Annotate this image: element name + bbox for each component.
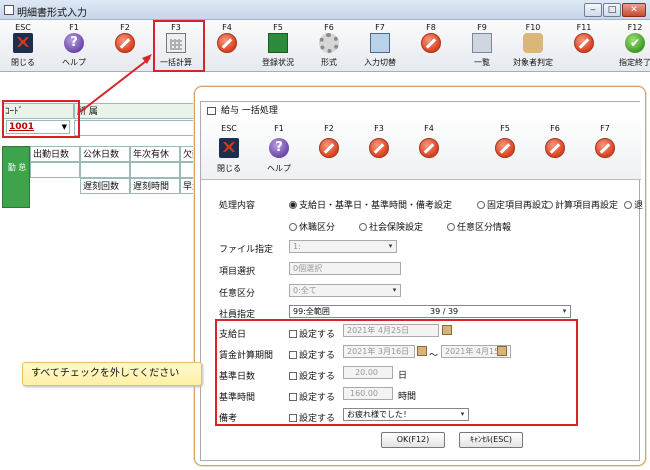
radio-icon [477,201,485,209]
highlight-settings-box [215,319,578,426]
radio-optional[interactable]: 任意区分情報 [447,220,511,233]
file-select[interactable]: 1: ▾ [289,240,397,253]
toolbar-button-f4[interactable]: F4 [407,124,451,176]
radio-fixed[interactable]: 固定項目再設定 [477,198,550,211]
dialog-toolbar: ESC 閉じる F1? ヘルプ F2 F3 F4 F5 F6 F7 [201,120,641,180]
radio-retire[interactable]: 退 [624,198,643,211]
batch-dialog: 給与 一括処理 ESC 閉じる F1? ヘルプ F2 F3 F4 F5 F6 F7 処理内容 支給… [200,101,643,461]
toolbar-button-f3[interactable]: F3 [357,124,401,176]
toolbar-button-f7[interactable]: F7 [583,124,627,176]
radio-basic[interactable]: 支給日・基準日・基準時間・備考設定 [289,198,452,211]
chevron-down-icon: ▾ [388,242,393,250]
prohibited-icon [595,138,615,158]
dialog-app-icon [207,107,216,115]
radio-icon [447,223,455,231]
item-label: 項目選択 [219,267,256,277]
cancel-button[interactable]: ｷｬﾝｾﾙ(ESC) [459,432,523,448]
prohibited-icon [369,138,389,158]
item-field[interactable]: 0個選択 [289,262,401,275]
radio-icon [545,201,553,209]
prohibited-icon [495,138,515,158]
toolbar-button-esc[interactable]: ESC 閉じる [207,124,251,176]
late-header: 遅刻時間 [130,178,180,194]
late-header: 遅刻回数 [80,178,130,194]
function-key-label: F7 [600,124,610,133]
radio-icon [624,201,632,209]
dialog-titlebar: 給与 一括処理 [201,102,641,120]
attendance-cell[interactable] [130,162,180,178]
function-key-label: F5 [500,124,510,133]
exit-icon [219,138,239,158]
attendance-cell[interactable] [30,162,80,178]
radio-icon [289,201,297,209]
ok-button[interactable]: OK(F12) [381,432,445,448]
radio-insurance[interactable]: 社会保険設定 [359,220,423,233]
toolbar-button-label: 閉じる [217,164,241,173]
attendance-cell[interactable] [80,162,130,178]
radio-leave[interactable]: 休職区分 [289,220,335,233]
toolbar-button-f6[interactable]: F6 [533,124,577,176]
function-key-label: F4 [424,124,434,133]
toolbar-button-label: ヘルプ [267,164,291,173]
function-key-label: ESC [221,124,237,133]
employee-select[interactable]: 99:全範囲 39 / 39 ▾ [289,305,571,318]
chevron-down-icon: ▾ [562,307,567,315]
instruction-tooltip: すべてチェックを外してください [22,362,202,386]
attendance-header: 出勤日数 [30,146,80,162]
attendance-header: 年次有休 [130,146,180,162]
function-key-label: F1 [274,124,284,133]
file-label: ファイル指定 [219,245,274,255]
toolbar-button-f5[interactable]: F5 [483,124,527,176]
function-key-label: F6 [550,124,560,133]
function-key-label: F3 [374,124,384,133]
toolbar-button-f1[interactable]: F1? ヘルプ [257,124,301,176]
prohibited-icon [319,138,339,158]
toolbar-button-f2[interactable]: F2 [307,124,351,176]
optional-select[interactable]: 0:全て ▾ [289,284,401,297]
attendance-header: 公休日数 [80,146,130,162]
prohibited-icon [545,138,565,158]
dialog-title: 給与 一括処理 [221,106,278,116]
optional-label: 任意区分 [219,289,256,299]
attendance-side-label: 勤 怠 [2,146,30,208]
process-label: 処理内容 [219,201,256,211]
prohibited-icon [419,138,439,158]
radio-icon [359,223,367,231]
help-icon: ? [269,138,289,158]
chevron-down-icon: ▾ [392,286,397,294]
radio-calc[interactable]: 計算項目再設定 [545,198,618,211]
radio-icon [289,223,297,231]
function-key-label: F2 [324,124,334,133]
